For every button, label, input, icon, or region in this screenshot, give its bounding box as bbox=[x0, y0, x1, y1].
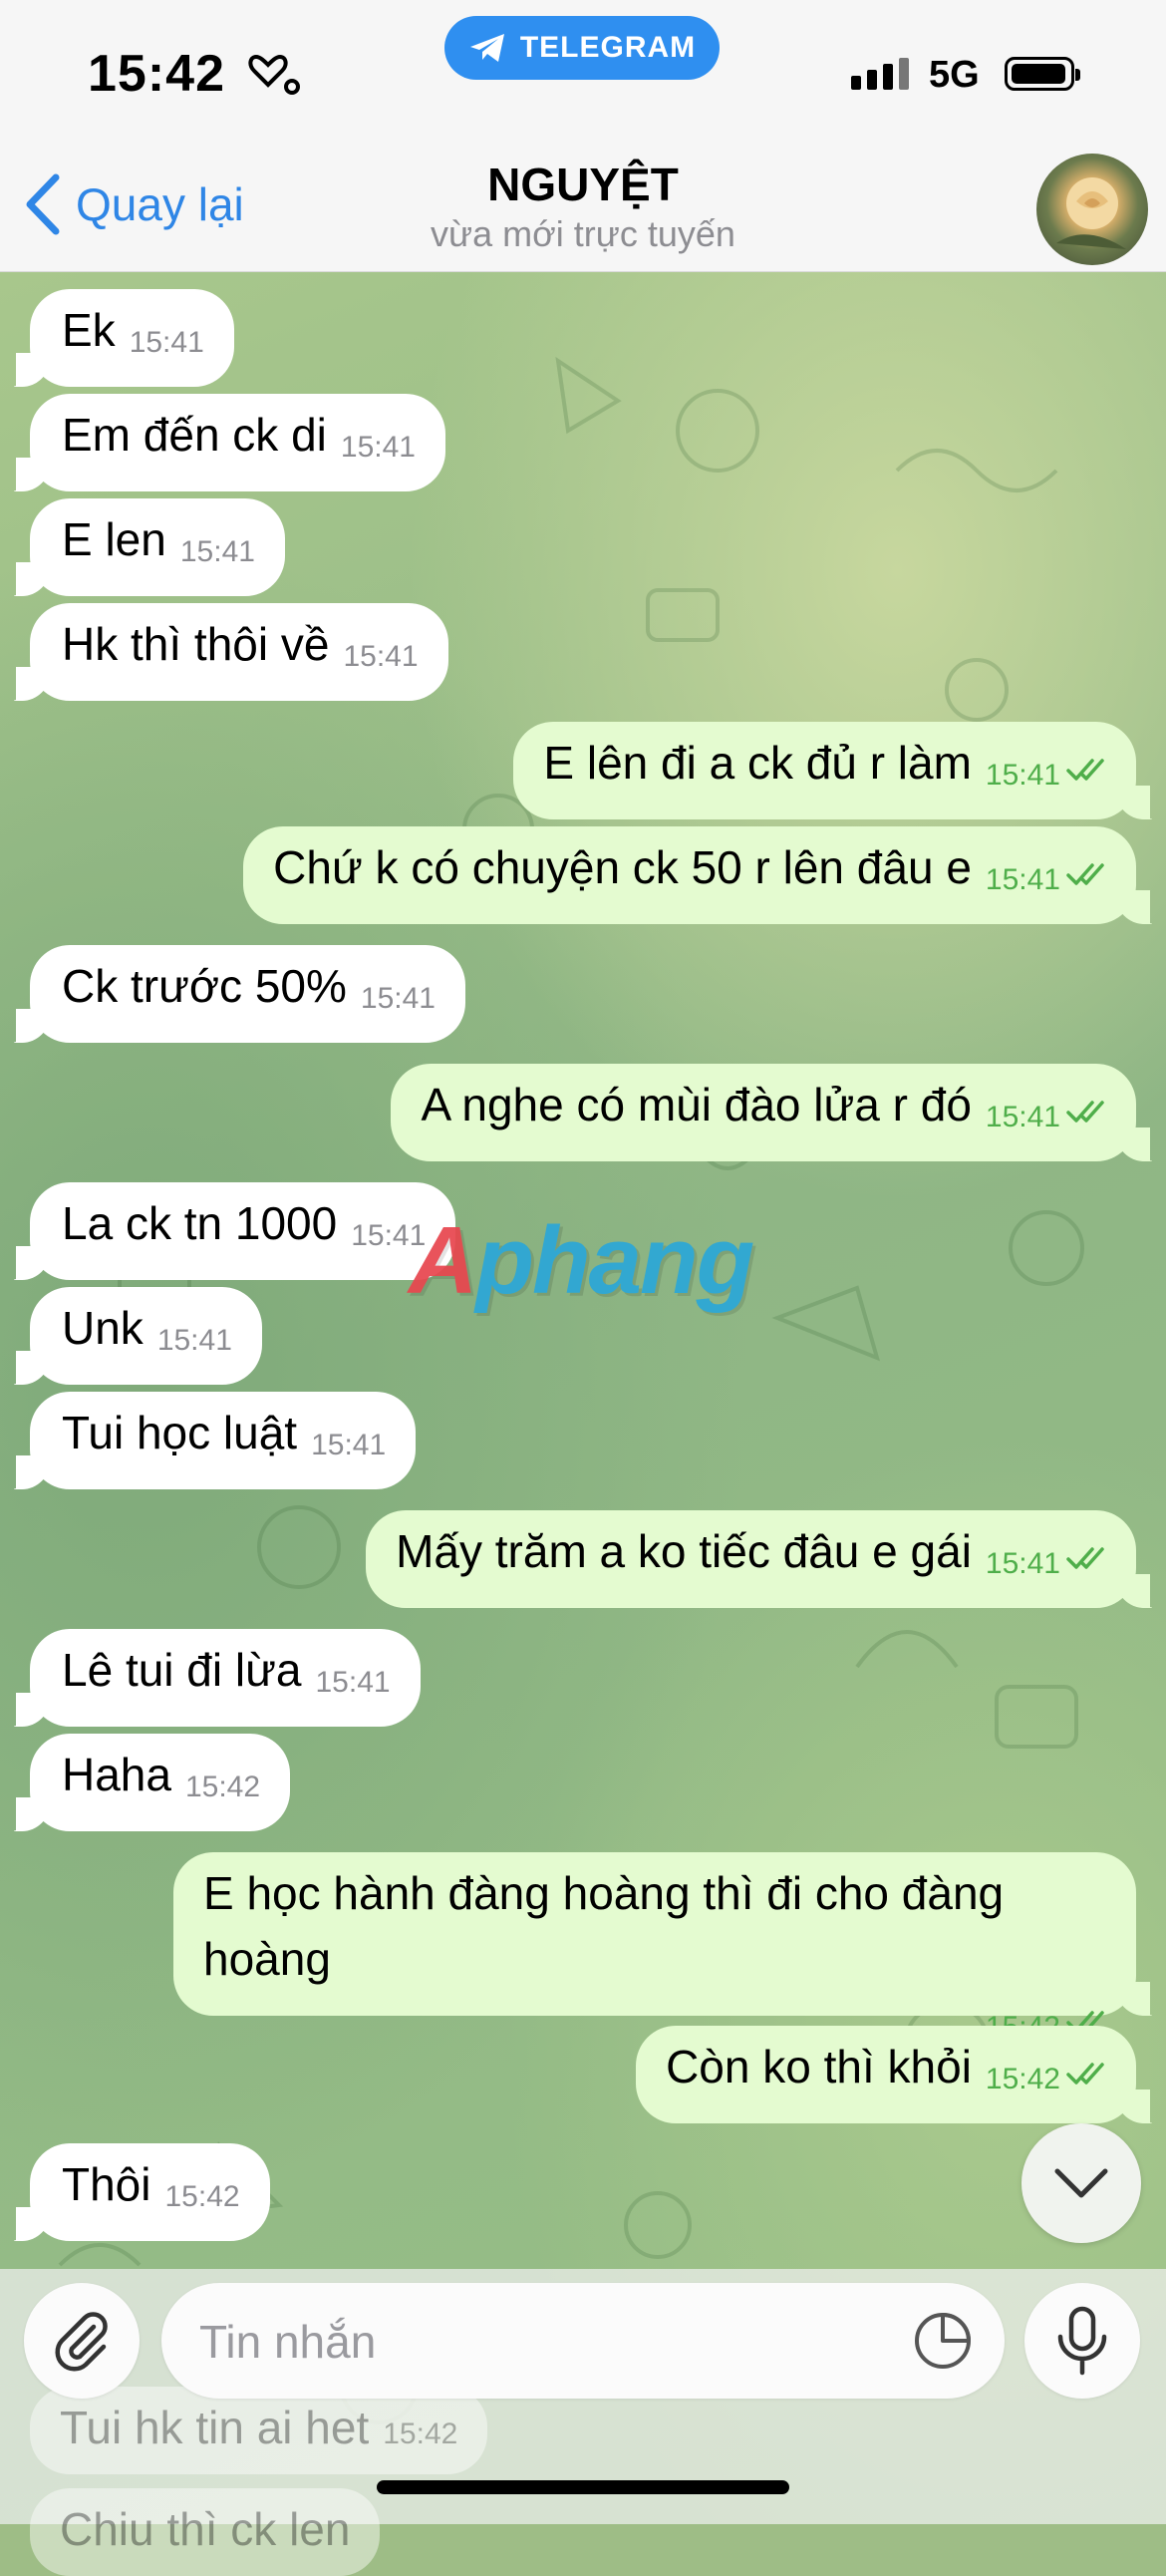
message-incoming[interactable]: Thôi 15:42 bbox=[16, 2143, 270, 2241]
telegram-icon bbox=[469, 34, 504, 62]
message-outgoing[interactable]: Còn ko thì khỏi 15:42 bbox=[636, 2026, 1150, 2123]
chat-header: Quay lại NGUYỆT vừa mới trực tuyến bbox=[0, 150, 1166, 272]
message-incoming[interactable]: Haha 15:42 bbox=[15, 1734, 291, 1831]
chat-status: vừa mới trực tuyến bbox=[431, 213, 735, 254]
telegram-label: TELEGRAM bbox=[519, 31, 697, 64]
message-outgoing[interactable]: A nghe có mùi đào lửa r đó 15:41 bbox=[391, 1064, 1150, 1161]
double-check-icon bbox=[1066, 2063, 1104, 2085]
battery-icon bbox=[1005, 57, 1080, 91]
message-incoming[interactable]: Hk thì thôi về 15:41 bbox=[16, 603, 448, 701]
double-check-icon bbox=[1066, 759, 1104, 781]
scroll-to-bottom-button[interactable] bbox=[1021, 2123, 1141, 2243]
paperclip-icon bbox=[55, 2312, 108, 2372]
message-incoming[interactable]: E len 15:41 bbox=[16, 498, 285, 596]
rose-avatar-image bbox=[1056, 177, 1126, 249]
message-input[interactable] bbox=[197, 2301, 839, 2383]
chat-title[interactable]: NGUYỆT bbox=[0, 158, 1166, 211]
double-check-icon bbox=[1066, 1101, 1104, 1123]
avatar[interactable] bbox=[1036, 154, 1148, 265]
double-check-icon bbox=[1066, 863, 1104, 885]
home-indicator[interactable] bbox=[377, 2480, 789, 2494]
message-incoming[interactable]: La ck tn 1000 15:41 bbox=[15, 1182, 456, 1280]
message-behind-composer: Tui hk tin ai het 15:42 bbox=[30, 2387, 488, 2474]
message-outgoing[interactable]: Mấy trăm a ko tiếc đâu e gái 15:41 bbox=[366, 1510, 1150, 1608]
message-incoming[interactable]: Tui học luật 15:41 bbox=[15, 1392, 417, 1489]
network-type: 5G bbox=[929, 54, 980, 96]
message-outgoing[interactable]: E học hành đàng hoàng thì đi cho đàng ho… bbox=[173, 1852, 1150, 2044]
message-incoming[interactable]: Ck trước 50% 15:41 bbox=[16, 945, 465, 1043]
status-time: 15:42 bbox=[88, 44, 304, 104]
microphone-icon bbox=[1057, 2306, 1107, 2376]
message-incoming[interactable]: Em đến ck di 15:41 bbox=[16, 394, 445, 491]
message-outgoing[interactable]: Chứ k có chuyện ck 50 r lên đâu e 15:41 bbox=[243, 826, 1150, 924]
message-incoming[interactable]: Lê tui đi lừa 15:41 bbox=[16, 1629, 421, 1727]
sticker-icon[interactable] bbox=[911, 2309, 975, 2373]
message-behind-composer: Chiu thì ck len bbox=[30, 2488, 381, 2576]
message-incoming[interactable]: Ek 15:41 bbox=[16, 289, 234, 387]
message-outgoing[interactable]: E lên đi a ck đủ r làm 15:41 bbox=[513, 722, 1150, 819]
message-incoming[interactable]: Unk 15:41 bbox=[16, 1287, 262, 1385]
voice-message-button[interactable] bbox=[1024, 2283, 1140, 2399]
signal-icon bbox=[851, 58, 909, 90]
heart-stethoscope-icon bbox=[248, 54, 301, 95]
message-field[interactable] bbox=[161, 2283, 1005, 2399]
status-bar: 15:42 TELEGRAM 5G bbox=[0, 0, 1166, 150]
telegram-badge[interactable]: TELEGRAM bbox=[444, 16, 720, 80]
watermark-logo: Aphang bbox=[409, 1207, 754, 1314]
attach-button[interactable] bbox=[24, 2283, 140, 2399]
double-check-icon bbox=[1066, 1547, 1104, 1569]
chevron-down-icon bbox=[1054, 2168, 1108, 2198]
